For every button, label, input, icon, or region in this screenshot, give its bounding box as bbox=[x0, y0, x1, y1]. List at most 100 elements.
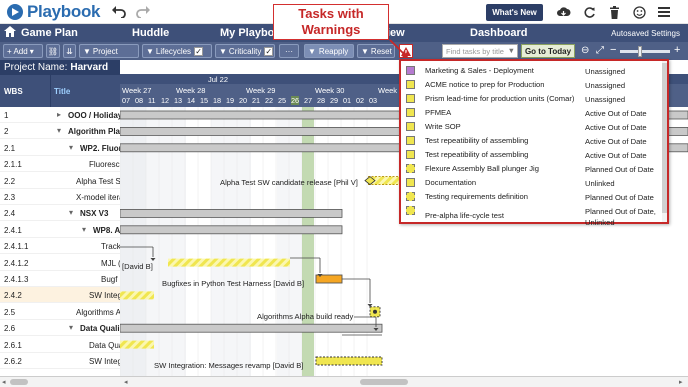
collapse-button[interactable]: ⇊ bbox=[63, 44, 76, 58]
scroll-thumb-left[interactable] bbox=[10, 379, 28, 385]
day-label: 07 bbox=[122, 96, 131, 105]
fit-icon[interactable]: ⤢ bbox=[596, 45, 604, 56]
warning-row[interactable]: Testing requirements definition Planned O… bbox=[403, 189, 665, 203]
trash-icon[interactable] bbox=[606, 4, 622, 20]
collapse-icon[interactable]: ▾ bbox=[69, 143, 73, 152]
zoom-slider[interactable] bbox=[620, 50, 670, 53]
warning-row[interactable]: Test repeatibility of assembling Active O… bbox=[403, 133, 665, 147]
warning-row[interactable]: PFMEA Active Out of Date bbox=[403, 105, 665, 119]
scroll-right-arrow[interactable]: ▸ bbox=[679, 378, 683, 386]
task-row[interactable]: 2.1 ▾ WP2. Fluor bbox=[0, 140, 120, 156]
task-row[interactable]: 2 ▾ Algorithm Plan bbox=[0, 123, 120, 140]
autosaved-settings[interactable]: Autosaved Settings bbox=[611, 24, 680, 42]
lifecycles-filter[interactable]: ▼ Lifecycles ✓ bbox=[142, 44, 212, 58]
summary-bar[interactable] bbox=[120, 209, 343, 218]
task-bar[interactable] bbox=[315, 356, 383, 366]
collapse-icon[interactable]: ▾ bbox=[57, 126, 61, 135]
task-row[interactable]: 2.6.2 SW Integ bbox=[0, 353, 120, 369]
zoom-out-icon[interactable]: ⊖ bbox=[581, 45, 589, 56]
title-column-header[interactable]: Title bbox=[54, 87, 70, 96]
task-bar[interactable] bbox=[168, 258, 290, 267]
tab-label: Huddle bbox=[132, 27, 170, 39]
criticality-checkbox[interactable]: ✓ bbox=[264, 46, 274, 56]
hamburger-menu-icon[interactable] bbox=[656, 4, 672, 20]
task-row[interactable]: 2.5 Algorithms A bbox=[0, 304, 120, 320]
smiley-icon[interactable] bbox=[631, 4, 647, 20]
task-row[interactable]: 2.4.1 ▾ WP8. A bbox=[0, 222, 120, 238]
summary-bar[interactable] bbox=[120, 225, 343, 235]
whats-new-button[interactable]: What's New bbox=[486, 4, 543, 21]
warning-row[interactable]: Documentation Unlinked bbox=[403, 175, 665, 189]
warning-row[interactable]: Pre-alpha life-cycle test Planned Out of … bbox=[403, 203, 665, 227]
gantt-label-alg-build: Algorithms Alpha build ready bbox=[257, 312, 354, 321]
undo-icon[interactable] bbox=[111, 4, 127, 20]
warning-row[interactable]: ACME notice to prep for Production Unassi… bbox=[403, 77, 665, 91]
warning-row[interactable]: Marketing & Sales - Deployment Unassigned bbox=[403, 63, 665, 77]
task-type-yellow-icon bbox=[406, 108, 415, 117]
task-row[interactable]: 2.2 Alpha Test S bbox=[0, 173, 120, 189]
go-to-today-button[interactable]: Go to Today bbox=[521, 44, 575, 58]
tab-dashboard[interactable]: Dashboard bbox=[470, 24, 527, 42]
refresh-icon[interactable] bbox=[581, 4, 597, 20]
scroll-left-arrow[interactable]: ◂ bbox=[124, 378, 128, 386]
scroll-left-arrow[interactable]: ◂ bbox=[2, 378, 6, 386]
tab-huddle[interactable]: Huddle bbox=[132, 24, 169, 42]
warning-row[interactable]: Prism lead-time for production units (Co… bbox=[403, 91, 665, 105]
filter-icon: ▼ bbox=[308, 46, 316, 56]
scroll-thumb[interactable] bbox=[360, 379, 408, 385]
collapse-icon[interactable]: ▾ bbox=[82, 225, 86, 234]
zoom-plus-icon[interactable]: + bbox=[674, 44, 680, 56]
milestone-dot[interactable] bbox=[373, 309, 377, 314]
warning-status: Active Out of Date bbox=[585, 150, 647, 161]
wbs-column-header[interactable]: WBS bbox=[4, 87, 23, 96]
task-row[interactable]: 1 ▸ OOO / Holiday bbox=[0, 107, 120, 123]
task-row[interactable]: 2.4.1.1 Track bbox=[0, 238, 120, 255]
popup-scroll-thumb[interactable] bbox=[662, 63, 667, 213]
popup-scrollbar[interactable] bbox=[662, 61, 667, 222]
horizontal-scrollbar[interactable]: ◂ ◂ ▸ bbox=[0, 376, 688, 387]
warning-status-line: Unlinked bbox=[585, 179, 615, 188]
task-row[interactable]: 2.4.2 SW Integ bbox=[0, 287, 120, 304]
task-row[interactable]: 2.4.1.3 Bugf bbox=[0, 271, 120, 287]
zoom-minus-icon[interactable]: − bbox=[610, 44, 616, 56]
wbs-cell: 2.4.1 bbox=[4, 225, 22, 235]
dependency-button[interactable]: ⛓ bbox=[46, 44, 60, 58]
warning-row[interactable]: Write SOP Active Out of Date bbox=[403, 119, 665, 133]
zoom-slider-handle[interactable] bbox=[638, 46, 642, 57]
warning-task-name: Write SOP bbox=[425, 122, 461, 131]
filter-icon: ▼ bbox=[361, 46, 369, 56]
summary-bar[interactable] bbox=[120, 323, 383, 333]
more-options-button[interactable]: ··· bbox=[279, 44, 299, 58]
warning-row[interactable]: Flexure Assembly Ball plunger Jig Planned… bbox=[403, 161, 665, 175]
task-row[interactable]: 2.1.1 Fluoresce bbox=[0, 156, 120, 173]
filter-project-button[interactable]: ▼ Project bbox=[79, 44, 139, 58]
reapply-button[interactable]: ▼ Reapply bbox=[304, 44, 354, 58]
task-row[interactable]: 2.6.1 Data Qua bbox=[0, 337, 120, 353]
logo[interactable]: Playbook bbox=[6, 2, 100, 22]
cloud-download-icon[interactable] bbox=[555, 4, 571, 20]
lifecycles-checkbox[interactable]: ✓ bbox=[194, 46, 204, 56]
callout-line: Tasks with bbox=[298, 6, 364, 21]
tab-game-plan[interactable]: Game Plan bbox=[4, 24, 78, 42]
warning-status: Unassigned bbox=[585, 66, 625, 77]
expand-icon[interactable]: ▸ bbox=[57, 110, 61, 119]
reapply-label: Reapply bbox=[318, 46, 349, 56]
redo-icon[interactable] bbox=[135, 4, 151, 20]
task-bar[interactable] bbox=[120, 291, 154, 300]
task-row[interactable]: 2.4.1.2 MJL ( bbox=[0, 255, 120, 271]
project-name-bar: Project Name: Harvard bbox=[0, 60, 120, 74]
warning-task-name: Prism lead-time for production units (Co… bbox=[425, 94, 575, 103]
add-button[interactable]: + Add ▾ bbox=[3, 44, 43, 58]
project-label: Project bbox=[92, 46, 118, 56]
warning-row[interactable]: Test repeatibility of assembling Active O… bbox=[403, 147, 665, 161]
criticality-filter[interactable]: ▼ Criticality ✓ bbox=[215, 44, 275, 58]
tab-my-playbook[interactable]: My Playbo bbox=[220, 24, 274, 42]
task-bar[interactable] bbox=[120, 340, 154, 349]
filter-icon: ▼ bbox=[146, 46, 154, 56]
task-row[interactable]: 2.3 X-model itera bbox=[0, 189, 120, 205]
task-row[interactable]: 2.4 ▾ NSX V3 bbox=[0, 205, 120, 222]
collapse-icon[interactable]: ▾ bbox=[69, 323, 73, 332]
collapse-icon[interactable]: ▾ bbox=[69, 208, 73, 217]
task-row[interactable]: 2.6 ▾ Data Quali bbox=[0, 320, 120, 337]
search-input[interactable]: Find tasks by title ▼ bbox=[442, 44, 518, 58]
